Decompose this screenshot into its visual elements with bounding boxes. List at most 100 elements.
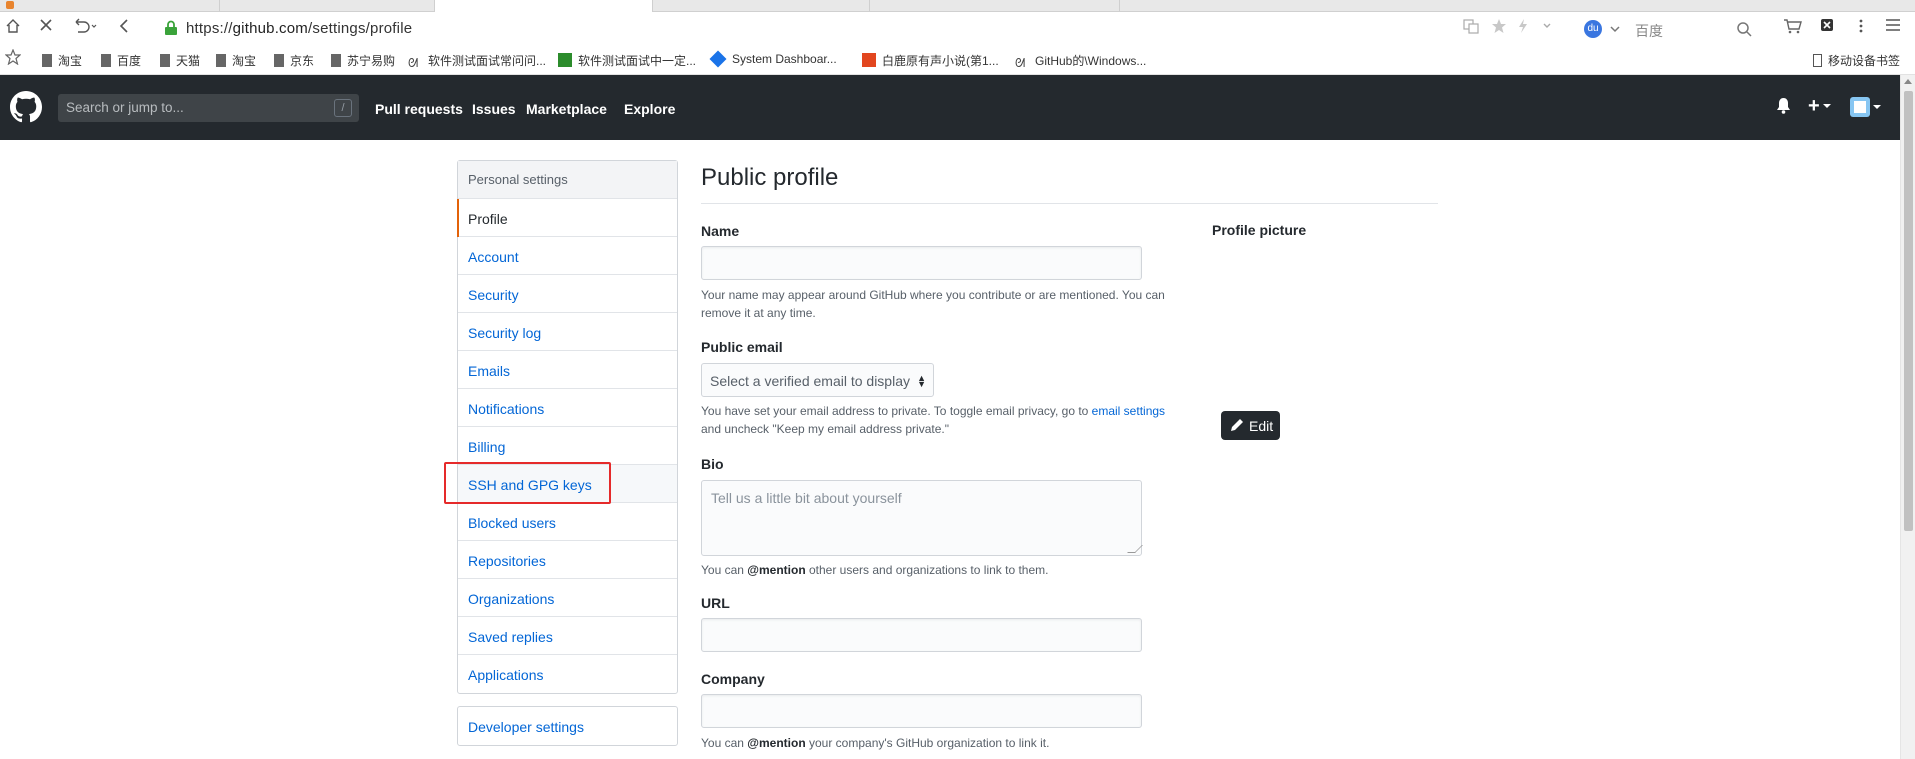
browser-tab[interactable] (870, 0, 1120, 12)
page-scrollbar[interactable] (1900, 75, 1915, 759)
nav-marketplace[interactable]: Marketplace (526, 101, 607, 117)
sidebar-item-blocked-users[interactable]: Blocked users (458, 503, 677, 541)
page-icon (160, 54, 170, 67)
sidebar-item-organizations[interactable]: Organizations (458, 579, 677, 617)
bookmark-label: 软件测试面试中一定... (578, 54, 697, 68)
search-icon[interactable] (1736, 21, 1752, 37)
bio-note-text: You can (701, 563, 744, 577)
bio-note-text-2: other users and organizations to link to… (809, 563, 1049, 577)
bookmark-item[interactable]: ᘛ 软件测试面试常问问... (408, 52, 546, 70)
bookmark-item[interactable]: 软件测试面试中一定... (558, 52, 696, 68)
user-menu-dropdown[interactable] (1850, 97, 1881, 117)
company-label: Company (701, 671, 765, 687)
back-icon[interactable] (114, 18, 134, 38)
sidebar-item-applications[interactable]: Applications (458, 655, 677, 693)
page-icon (274, 54, 284, 67)
translate-icon[interactable] (1462, 18, 1480, 36)
engine-chevron-icon[interactable] (1610, 24, 1620, 34)
bookmark-item[interactable]: 苏宁易购 (331, 52, 395, 68)
browser-tab[interactable] (0, 0, 220, 12)
undo-icon[interactable] (70, 18, 100, 38)
browser-tab[interactable] (220, 0, 435, 12)
chevron-down-icon[interactable] (1538, 18, 1556, 36)
cart-icon[interactable] (1782, 18, 1804, 36)
page-icon (331, 54, 341, 67)
browser-tab-active[interactable] (435, 0, 653, 12)
company-note-text: You can (701, 736, 744, 750)
bio-textarea[interactable]: Tell us a little bit about yourself (701, 480, 1143, 556)
stop-icon[interactable] (36, 18, 56, 38)
sidebar-item-billing[interactable]: Billing (458, 427, 677, 465)
bookmark-item[interactable]: System Dashboar... (709, 50, 837, 68)
sidebar-item-emails[interactable]: Emails (458, 351, 677, 389)
github-search-input[interactable]: Search or jump to... / (58, 94, 359, 122)
bookmark-label: GitHub的\Windows... (1035, 54, 1147, 68)
bookmark-star-icon[interactable] (3, 48, 23, 69)
url-field-input[interactable] (701, 618, 1142, 652)
plus-icon: + (1808, 95, 1820, 117)
mention-text: @mention (747, 563, 806, 577)
nav-pull-requests[interactable]: Pull requests (375, 101, 463, 117)
bookmark-item[interactable]: 白鹿原有声小说(第1... (862, 52, 999, 68)
edit-profile-picture-button[interactable]: Edit (1221, 411, 1280, 440)
name-field[interactable] (701, 246, 1142, 280)
bookmark-item[interactable]: 淘宝 (42, 52, 82, 68)
baidu-paw-icon: du (1584, 20, 1602, 38)
company-field[interactable] (701, 694, 1142, 728)
url-field[interactable]: https://github.com/settings/profile (160, 16, 1560, 42)
address-bar: https://github.com/settings/profile du 百… (0, 12, 1915, 45)
sidebar-item-account[interactable]: Account (458, 237, 677, 275)
page-icon (101, 54, 111, 67)
browser-tab-strip (0, 0, 1915, 12)
sidebar-item-profile[interactable]: Profile (457, 199, 677, 237)
sidebar-item-security[interactable]: Security (458, 275, 677, 313)
bookmark-item[interactable]: ᘛ GitHub的\Windows... (1015, 52, 1147, 70)
browser-tab[interactable] (653, 0, 870, 12)
notifications-bell-icon[interactable] (1776, 97, 1792, 117)
sidebar-item-developer-settings[interactable]: Developer settings (458, 707, 677, 745)
mobile-bookmarks[interactable]: 移动设备书签 (1813, 52, 1900, 68)
pencil-icon (1231, 419, 1243, 431)
create-new-dropdown[interactable]: + (1808, 95, 1831, 117)
bookmark-item[interactable]: 天猫 (160, 52, 200, 68)
caret-down-icon (1873, 105, 1881, 109)
public-email-select[interactable]: Select a verified email to display ▲ ▼ (701, 363, 934, 397)
bookmark-label: 百度 (117, 54, 142, 68)
bookmark-item[interactable]: 百度 (101, 52, 141, 68)
url-label: URL (701, 595, 730, 611)
flash-icon[interactable] (1514, 18, 1532, 36)
bookmarks-bar: 淘宝 百度 天猫 淘宝 京东 苏宁易购 ᘛ 软件测试面试常问问... 软件测试面试… (0, 45, 1915, 75)
page-icon (42, 54, 52, 67)
bio-placeholder: Tell us a little bit about yourself (711, 490, 902, 506)
more-vertical-icon[interactable] (1852, 18, 1870, 36)
orange-site-icon (862, 53, 876, 67)
sidebar-item-repositories[interactable]: Repositories (458, 541, 677, 579)
nav-explore[interactable]: Explore (624, 101, 675, 117)
developer-settings-menu: Developer settings (457, 706, 678, 746)
sidebar-item-security-log[interactable]: Security log (458, 313, 677, 351)
search-engine-box[interactable]: du 百度 (1582, 16, 1772, 42)
menu-hamburger-icon[interactable] (1884, 18, 1902, 36)
scrollbar-thumb[interactable] (1904, 91, 1913, 531)
nav-issues[interactable]: Issues (472, 101, 516, 117)
bookmark-item[interactable]: 京东 (274, 52, 314, 68)
bookmark-item[interactable]: 淘宝 (216, 52, 256, 68)
email-note-text: You have set your email address to priva… (701, 404, 1089, 418)
sidebar-item-saved-replies[interactable]: Saved replies (458, 617, 677, 655)
bookmark-label: 淘宝 (58, 54, 83, 68)
home-icon[interactable] (3, 18, 23, 38)
github-logo-icon[interactable] (10, 91, 42, 123)
scroll-up-arrow-icon[interactable] (1904, 79, 1912, 84)
star-icon[interactable] (1490, 18, 1508, 36)
resize-grip-icon[interactable] (1127, 545, 1143, 553)
extension-icon[interactable] (1818, 18, 1836, 36)
secure-lock-icon (165, 20, 177, 35)
company-note: You can @mention your company's GitHub o… (701, 734, 1181, 752)
bookmark-label: 苏宁易购 (347, 54, 396, 68)
sidebar-item-notifications[interactable]: Notifications (458, 389, 677, 427)
email-settings-link[interactable]: email settings (1092, 404, 1165, 418)
public-email-note: You have set your email address to priva… (701, 402, 1181, 438)
tab-favicon-icon (6, 1, 14, 9)
page-title: Public profile (701, 164, 839, 191)
public-email-label: Public email (701, 339, 783, 355)
